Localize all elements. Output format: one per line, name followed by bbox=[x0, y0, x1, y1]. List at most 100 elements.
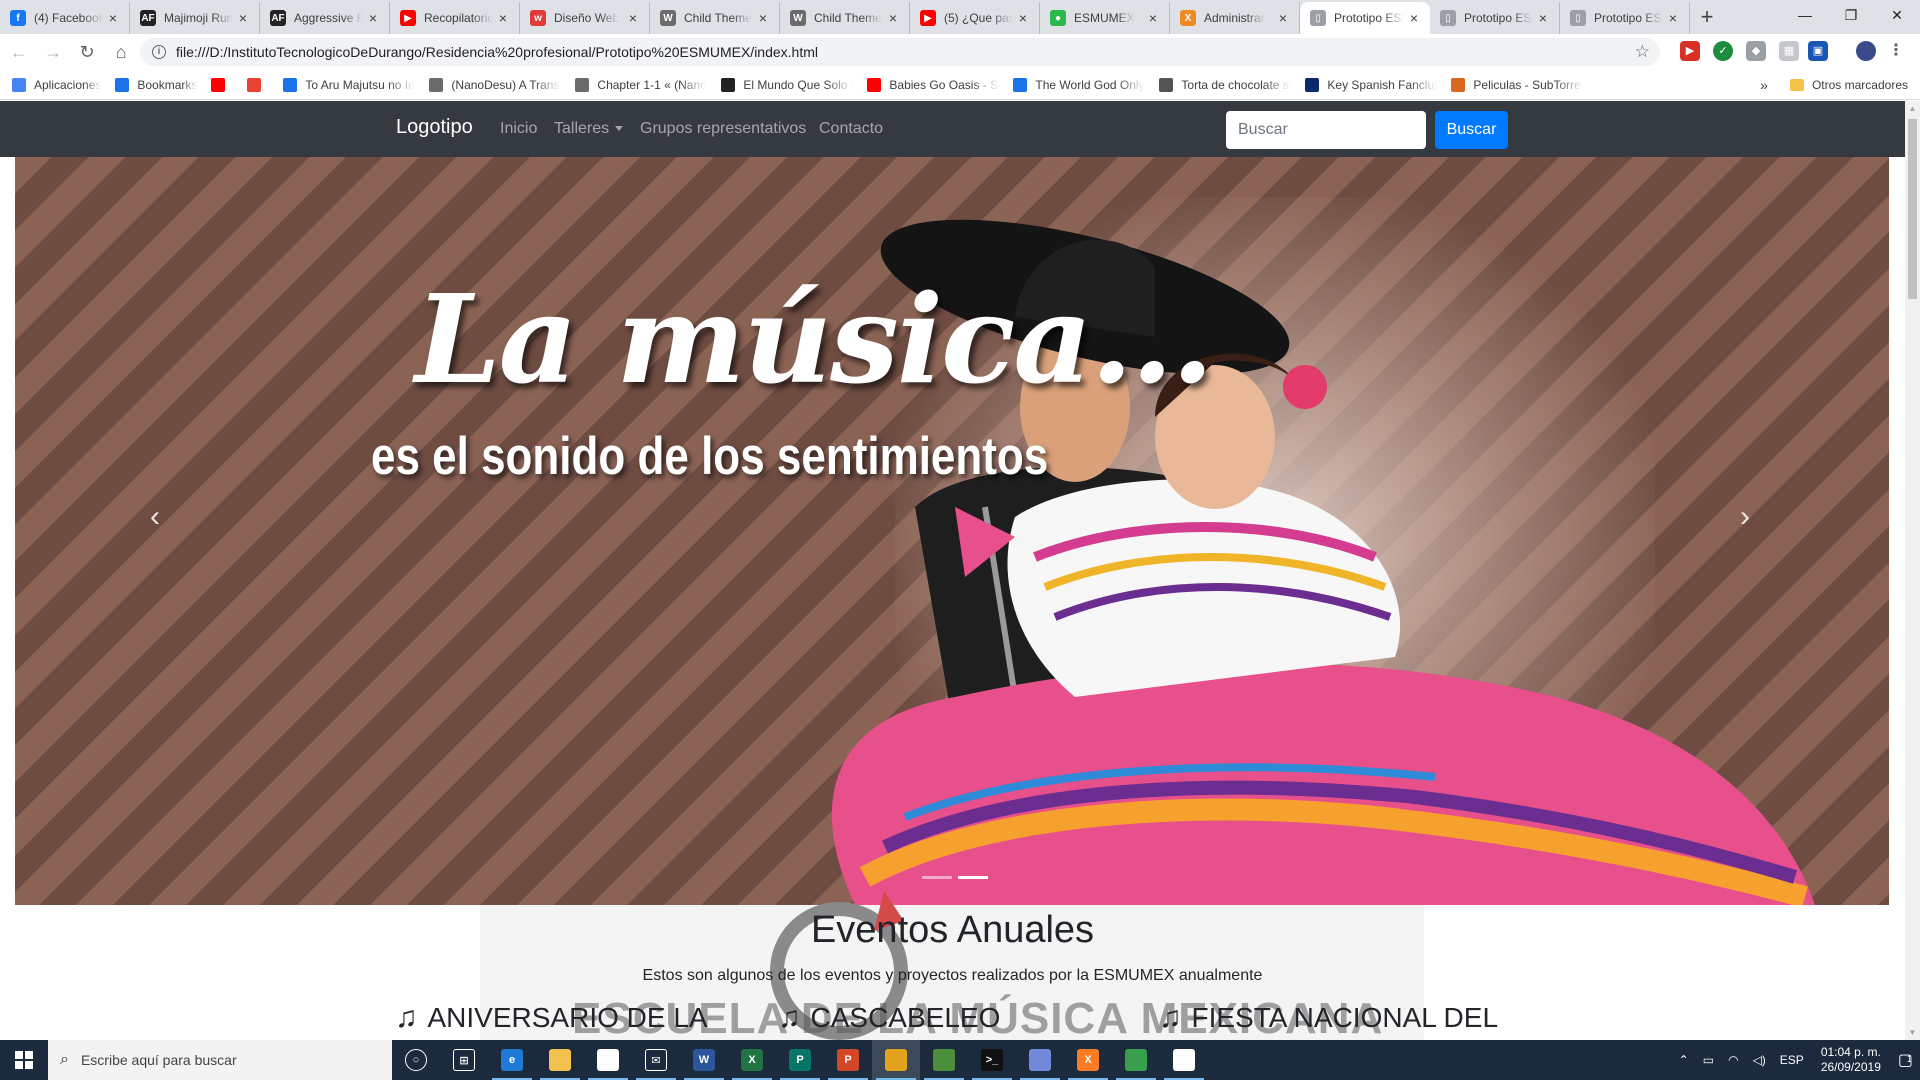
nav-link-inicio[interactable]: Inicio bbox=[500, 120, 537, 138]
scrollbar-thumb[interactable] bbox=[1908, 119, 1917, 299]
bookmark-item[interactable] bbox=[247, 77, 269, 92]
more-bookmarks-button[interactable]: » bbox=[1760, 77, 1768, 93]
nav-link-contacto[interactable]: Contacto bbox=[819, 120, 883, 138]
taskbar-app[interactable] bbox=[1016, 1040, 1064, 1080]
bookmark-item[interactable]: El Mundo Que Solo Dios Conoce bbox=[721, 77, 853, 92]
language-indicator[interactable]: ESP bbox=[1780, 1053, 1804, 1067]
extension-puzzle-icon[interactable]: ▦ bbox=[1779, 41, 1799, 61]
wifi-icon[interactable]: ◠ bbox=[1728, 1053, 1738, 1067]
bookmark-item[interactable]: Babies Go Oasis - Stop bbox=[867, 77, 999, 92]
tab-close-icon[interactable]: × bbox=[235, 10, 251, 26]
browser-tab[interactable]: w Diseño Web × bbox=[520, 2, 650, 34]
browser-tab[interactable]: ● ESMUMEX × bbox=[1040, 2, 1170, 34]
tab-close-icon[interactable]: × bbox=[625, 10, 641, 26]
nav-dropdown-talleres[interactable]: Talleres bbox=[554, 120, 624, 138]
taskbar-app[interactable]: X bbox=[1064, 1040, 1112, 1080]
bookmark-item[interactable]: Torta de chocolate sin bbox=[1159, 77, 1291, 92]
new-tab-button[interactable]: + bbox=[1690, 2, 1724, 34]
browser-tab[interactable]: ▶ Recopilatorio × bbox=[390, 2, 520, 34]
tab-close-icon[interactable]: × bbox=[755, 10, 771, 26]
taskbar-app[interactable] bbox=[536, 1040, 584, 1080]
maximize-button[interactable]: ❐ bbox=[1828, 0, 1874, 30]
carousel-indicator-2[interactable] bbox=[958, 876, 988, 879]
minimize-button[interactable]: — bbox=[1782, 0, 1828, 30]
taskbar-app[interactable]: >_ bbox=[968, 1040, 1016, 1080]
page-scrollbar[interactable]: ▲ ▼ bbox=[1905, 101, 1920, 1040]
extension-check-icon[interactable]: ✓ bbox=[1713, 41, 1733, 61]
clock[interactable]: 01:04 p. m. 26/09/2019 bbox=[1821, 1045, 1881, 1075]
taskbar-app[interactable]: X bbox=[728, 1040, 776, 1080]
taskbar-app[interactable]: e bbox=[488, 1040, 536, 1080]
nav-link-grupos[interactable]: Grupos representativos bbox=[640, 120, 806, 138]
bookmark-item[interactable]: (NanoDesu) A Translation bbox=[429, 77, 561, 92]
tab-close-icon[interactable]: × bbox=[1275, 10, 1291, 26]
carousel-next-button[interactable]: › bbox=[1725, 497, 1765, 537]
browser-tab[interactable]: W Child Theme × bbox=[650, 2, 780, 34]
battery-icon[interactable]: ▭ bbox=[1703, 1053, 1714, 1067]
browser-tab[interactable]: ▯ Prototipo ESMUMEX× bbox=[1430, 2, 1560, 34]
notifications-icon[interactable]: ▢ 1 bbox=[1898, 1050, 1913, 1070]
taskbar-app[interactable]: ○ bbox=[392, 1040, 440, 1080]
taskbar-app[interactable] bbox=[920, 1040, 968, 1080]
tab-close-icon[interactable]: × bbox=[105, 10, 121, 26]
browser-tab[interactable]: ▶ (5) ¿Que pasa× bbox=[910, 2, 1040, 34]
taskbar-app[interactable]: P bbox=[824, 1040, 872, 1080]
reload-button[interactable]: ↻ bbox=[72, 37, 102, 67]
extension-shield-icon[interactable]: ◆ bbox=[1746, 41, 1766, 61]
extension-video-icon[interactable]: ▶ bbox=[1680, 41, 1700, 61]
taskbar-app[interactable] bbox=[1112, 1040, 1160, 1080]
start-button[interactable] bbox=[0, 1040, 48, 1080]
tab-close-icon[interactable]: × bbox=[1015, 10, 1031, 26]
tab-close-icon[interactable]: × bbox=[1145, 10, 1161, 26]
tab-close-icon[interactable]: × bbox=[885, 10, 901, 26]
browser-tab[interactable]: ▯ Prototipo ESMUMEX× bbox=[1300, 2, 1430, 34]
menu-kebab-icon[interactable]: ⋮ bbox=[1886, 41, 1906, 61]
volume-icon[interactable]: ◁) bbox=[1753, 1053, 1766, 1067]
scroll-up-arrow-icon[interactable]: ▲ bbox=[1905, 101, 1920, 116]
tab-close-icon[interactable]: × bbox=[1535, 10, 1551, 26]
bookmark-item[interactable]: Chapter 1-1 « (NanoDesu) bbox=[575, 77, 707, 92]
site-search-button[interactable]: Buscar bbox=[1435, 111, 1508, 149]
taskbar-search-box[interactable]: ⌕ Escribe aquí para buscar bbox=[48, 1040, 392, 1080]
browser-tab[interactable]: f (4) Facebook × bbox=[0, 2, 130, 34]
forward-button[interactable]: → bbox=[38, 37, 68, 67]
browser-tab[interactable]: ▯ Prototipo ESMUMEX× bbox=[1560, 2, 1690, 34]
taskbar-app[interactable]: ✉ bbox=[632, 1040, 680, 1080]
tab-close-icon[interactable]: × bbox=[1665, 10, 1681, 26]
site-info-icon[interactable]: i bbox=[152, 45, 166, 59]
bookmark-item[interactable]: Aplicaciones bbox=[12, 77, 101, 92]
address-bar[interactable]: i file:///D:/InstitutoTecnologicoDeDuran… bbox=[140, 38, 1660, 66]
bookmark-item[interactable]: To Aru Majutsu no Index bbox=[283, 77, 415, 92]
carousel-indicator-1[interactable] bbox=[922, 876, 952, 879]
tab-close-icon[interactable]: × bbox=[495, 10, 511, 26]
bookmark-star-icon[interactable]: ☆ bbox=[1635, 42, 1650, 62]
browser-tab[interactable]: W Child Theme × bbox=[780, 2, 910, 34]
taskbar-app[interactable] bbox=[1160, 1040, 1208, 1080]
taskbar-app[interactable] bbox=[872, 1040, 920, 1080]
scroll-down-arrow-icon[interactable]: ▼ bbox=[1905, 1025, 1920, 1040]
taskbar-app[interactable]: P bbox=[776, 1040, 824, 1080]
taskbar-app[interactable] bbox=[584, 1040, 632, 1080]
other-bookmarks-button[interactable]: Otros marcadores bbox=[1812, 78, 1908, 92]
site-search-input[interactable] bbox=[1226, 111, 1426, 149]
extension-doc-icon[interactable]: ▣ bbox=[1808, 41, 1828, 61]
tab-close-icon[interactable]: × bbox=[365, 10, 381, 26]
home-button[interactable]: ⌂ bbox=[106, 37, 136, 67]
taskbar-app[interactable]: ⊞ bbox=[440, 1040, 488, 1080]
taskbar-app[interactable]: W bbox=[680, 1040, 728, 1080]
browser-tab[interactable]: X Administrar × bbox=[1170, 2, 1300, 34]
bookmark-item[interactable] bbox=[211, 77, 233, 92]
browser-tab[interactable]: AF Majimoji Rurumo× bbox=[130, 2, 260, 34]
bookmark-item[interactable]: Peliculas - SubTorrents bbox=[1451, 77, 1583, 92]
tab-close-icon[interactable]: × bbox=[1406, 10, 1422, 26]
close-window-button[interactable]: ✕ bbox=[1874, 0, 1920, 30]
carousel-prev-button[interactable]: ‹ bbox=[135, 497, 175, 537]
back-button[interactable]: ← bbox=[4, 37, 34, 67]
bookmark-item[interactable]: Key Spanish Fanclub bbox=[1305, 77, 1437, 92]
bookmark-item[interactable]: Bookmarks bbox=[115, 77, 197, 92]
show-hidden-icons-icon[interactable]: ⌃ bbox=[1679, 1053, 1689, 1067]
profile-avatar-icon[interactable] bbox=[1856, 41, 1876, 61]
browser-tab[interactable]: AF Aggressive Fansubs× bbox=[260, 2, 390, 34]
bookmark-item[interactable]: The World God Only Knows bbox=[1013, 77, 1145, 92]
site-logo[interactable]: Logotipo bbox=[396, 116, 473, 139]
